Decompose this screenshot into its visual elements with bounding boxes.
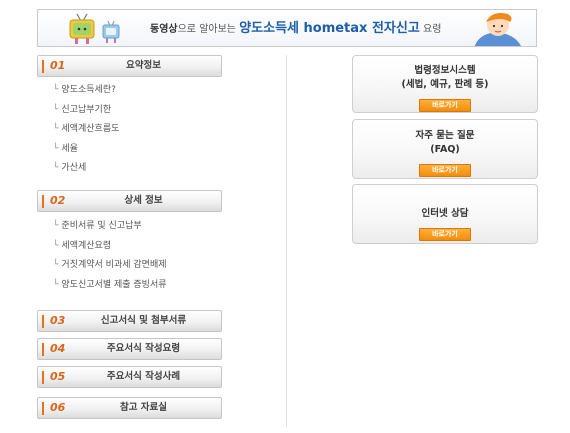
- card-title: 인터넷 상담: [421, 208, 469, 219]
- bar-accent: [42, 402, 44, 415]
- section-number: 06: [50, 401, 66, 414]
- faq-card[interactable]: 자주 묻는 질문 (FAQ) 바로가기: [352, 119, 538, 179]
- section-bar-01[interactable]: 01 요약정보: [37, 55, 222, 77]
- section-01-list: └ 양도소득세란? └ 신고납부기한 └ 세액계산흐름도 └ 세율 └ 가산세: [53, 81, 119, 179]
- list-item[interactable]: └ 양도신고서별 제출 증빙서류: [53, 276, 167, 296]
- section-title: 신고서식 및 첨부서류: [100, 315, 187, 326]
- elbow-icon: └: [53, 85, 59, 95]
- list-item[interactable]: └ 가산세: [53, 159, 119, 179]
- list-item[interactable]: └ 세액계산요령: [53, 237, 167, 257]
- section-bar-05[interactable]: 05 주요서식 작성사례: [37, 366, 222, 388]
- elbow-icon: └: [53, 279, 59, 290]
- list-item-label: 세액계산요령: [61, 240, 112, 251]
- section-number: 04: [50, 342, 66, 355]
- section-bar-02[interactable]: 02 상세 정보: [37, 190, 222, 212]
- top-banner: 동영상으로 알아보는 양도소득세 hometax 전자신고 요령: [37, 9, 537, 47]
- law-info-card[interactable]: 법령정보시스템 (세법, 예규, 판례 등) 바로가기: [352, 55, 538, 113]
- elbow-icon: └: [53, 240, 59, 251]
- section-title: 주요서식 작성사례: [106, 371, 181, 382]
- section-title: 참고 자료실: [119, 402, 167, 413]
- banner-brand-text: 양도소득세 hometax 전자신고: [239, 21, 420, 36]
- elbow-icon: └: [53, 143, 59, 154]
- section-number: 03: [50, 314, 66, 327]
- small-tv-icon: [102, 20, 120, 43]
- section-bar-03[interactable]: 03 신고서식 및 첨부서류: [37, 310, 222, 332]
- list-item[interactable]: └ 세율: [53, 140, 119, 160]
- section-title: 주요서식 작성요령: [106, 343, 181, 354]
- bar-accent: [42, 315, 44, 328]
- bar-accent: [42, 195, 44, 208]
- section-02-list: └ 준비서류 및 신고납부 └ 세액계산요령 └ 거짓계약서 비과세 감면배제 └ 양도…: [53, 217, 167, 295]
- person-illustration-icon: [474, 13, 521, 46]
- card-title: 자주 묻는 질문: [415, 130, 475, 141]
- section-number: 05: [50, 370, 66, 383]
- card-title: 법령정보시스템: [414, 65, 476, 76]
- bar-accent: [42, 343, 44, 356]
- banner-tail-text: 요령: [423, 24, 442, 35]
- column-divider: [286, 55, 287, 427]
- section-bar-06[interactable]: 06 참고 자료실: [37, 397, 222, 419]
- section-title: 요약정보: [126, 60, 161, 71]
- go-button[interactable]: 바로가기: [419, 228, 471, 241]
- tv-character-icon: [69, 13, 95, 44]
- internet-consult-card[interactable]: 인터넷 상담 바로가기: [352, 184, 538, 244]
- card-subtitle: (FAQ): [430, 144, 460, 155]
- section-number: 01: [50, 59, 66, 72]
- banner-strong-text: 동영상: [150, 24, 178, 35]
- list-item-label: 양도소득세란?: [61, 85, 116, 95]
- go-button[interactable]: 바로가기: [419, 164, 471, 177]
- list-item-label: 세율: [61, 143, 78, 154]
- elbow-icon: └: [53, 260, 59, 270]
- elbow-icon: └: [53, 221, 59, 231]
- card-subtitle: (세법, 예규, 판례 등): [401, 79, 489, 90]
- list-item[interactable]: └ 준비서류 및 신고납부: [53, 217, 167, 237]
- go-button[interactable]: 바로가기: [419, 99, 471, 112]
- list-item-label: 준비서류 및 신고납부: [61, 221, 142, 231]
- section-title: 상세 정보: [124, 195, 163, 206]
- list-item[interactable]: └ 양도소득세란?: [53, 81, 119, 101]
- elbow-icon: └: [53, 124, 59, 134]
- banner-mid-text: 으로 알아보는: [177, 24, 236, 35]
- section-bar-04[interactable]: 04 주요서식 작성요령: [37, 338, 222, 360]
- banner-title: 동영상으로 알아보는 양도소득세 hometax 전자신고 요령: [150, 10, 442, 46]
- list-item-label: 가산세: [61, 163, 87, 173]
- list-item[interactable]: └ 거짓계약서 비과세 감면배제: [53, 256, 167, 276]
- list-item[interactable]: └ 세액계산흐름도: [53, 120, 119, 140]
- list-item-label: 양도신고서별 제출 증빙서류: [61, 279, 167, 290]
- list-item-label: 거짓계약서 비과세 감면배제: [61, 260, 167, 270]
- elbow-icon: └: [53, 104, 59, 115]
- list-item[interactable]: └ 신고납부기한: [53, 101, 119, 121]
- bar-accent: [42, 60, 44, 73]
- list-item-label: 신고납부기한: [61, 104, 112, 115]
- section-number: 02: [50, 194, 66, 207]
- list-item-label: 세액계산흐름도: [61, 124, 120, 134]
- elbow-icon: └: [53, 163, 59, 173]
- bar-accent: [42, 371, 44, 384]
